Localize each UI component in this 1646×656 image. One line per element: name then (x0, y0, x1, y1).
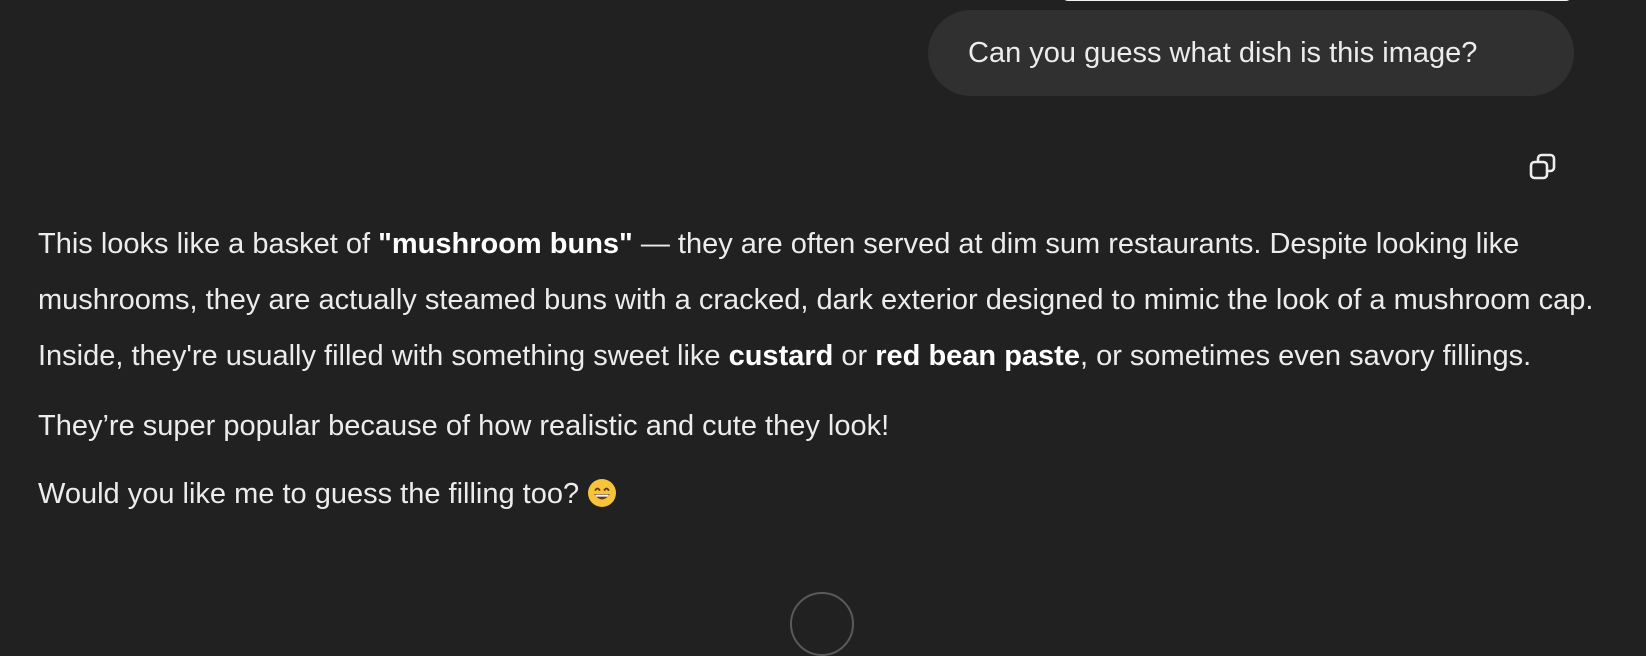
p1-text-1: This looks like a basket of (38, 228, 379, 260)
grinning-face-emoji-icon (588, 479, 617, 507)
p1-bold-custard: custard (728, 340, 834, 372)
p1-bold-mushroom-buns: "mushroom buns" (378, 228, 633, 260)
assistant-paragraph-1: This looks like a basket of "mushroom bu… (38, 216, 1598, 384)
assistant-paragraph-3: Would you like me to guess the filling t… (38, 466, 1598, 522)
p1-text-3: or (833, 340, 876, 372)
user-message-text: Can you guess what dish is this image? (968, 36, 1478, 69)
copy-button[interactable] (1524, 148, 1562, 186)
attached-image-edge (1062, 0, 1572, 1)
assistant-paragraph-2: They’re super popular because of how rea… (38, 410, 890, 442)
p1-text-4: , or sometimes even savory fillings. (1079, 340, 1532, 372)
copy-icon (1529, 153, 1556, 180)
p1-bold-red-bean-paste: red bean paste (875, 340, 1080, 372)
user-message-bubble: Can you guess what dish is this image? (928, 10, 1574, 96)
assistant-message: This looks like a basket of "mushroom bu… (38, 216, 1598, 534)
p3-text: Would you like me to guess the filling t… (38, 478, 588, 510)
